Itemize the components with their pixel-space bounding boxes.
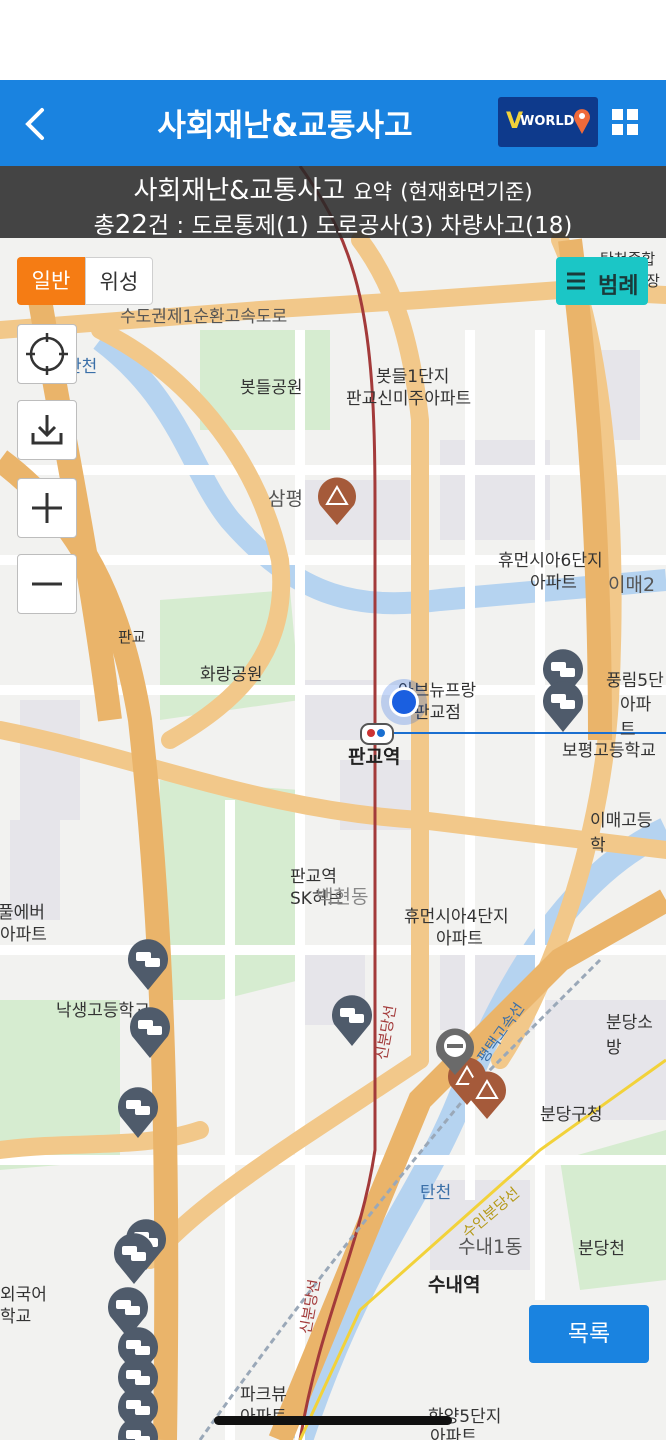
logo-text: WORLD — [520, 114, 575, 129]
vworld-logo[interactable]: V WORLD — [498, 97, 598, 147]
car-crash-icon[interactable] — [126, 936, 170, 996]
list-button[interactable]: 목록 — [529, 1305, 649, 1363]
map-type-satellite-button[interactable]: 위성 — [85, 257, 153, 305]
zoom-in-button[interactable] — [17, 478, 77, 538]
map-label-school: 이매고등학 — [590, 811, 653, 856]
map-label-school: 보평고등학교 — [562, 741, 656, 761]
no-entry-icon[interactable] — [434, 1027, 476, 1081]
home-indicator — [214, 1416, 452, 1425]
locate-button[interactable] — [17, 324, 77, 384]
map-label-apt: 풍림5단 — [606, 671, 664, 691]
zoom-out-button[interactable] — [17, 554, 77, 614]
map-type-normal-button[interactable]: 일반 — [17, 257, 85, 305]
map-label-poi: 장 — [646, 272, 660, 290]
map-label-poi: 판교점 — [414, 703, 461, 723]
map[interactable]: 수도권제1순환고속도로 봇들공원 봇들1단지 판교신미주아파트 삼평 휴먼시아6… — [0, 166, 666, 1440]
legend-button[interactable]: 범례 — [556, 257, 648, 305]
crosshair-icon — [26, 333, 68, 375]
summary-title-line: 사회재난&교통사고 요약 (현재화면기준) — [0, 170, 666, 207]
plus-icon — [32, 493, 62, 523]
car-crash-icon[interactable] — [116, 1414, 160, 1440]
map-label-river: 탄천 — [420, 1183, 452, 1203]
list-icon — [567, 272, 585, 290]
map-label-apt: 아파트 — [436, 929, 483, 949]
minus-icon — [32, 582, 62, 586]
current-location-icon — [389, 687, 419, 717]
map-label-park: 봇들공원 — [240, 378, 303, 398]
map-label-park: 화랑공원 — [200, 665, 263, 685]
car-crash-icon[interactable] — [128, 1004, 172, 1064]
grid-icon — [612, 109, 638, 135]
map-label-poi: 분당천 — [578, 1239, 625, 1259]
download-button[interactable] — [17, 400, 77, 460]
download-icon — [31, 415, 63, 445]
map-label-poi: 분당소방 — [606, 1013, 653, 1058]
summary-title-suffix: 요약 — [353, 180, 392, 204]
app-header: 사회재난&교통사고 V WORLD — [0, 80, 666, 166]
pin-icon — [574, 109, 590, 134]
menu-button[interactable] — [610, 107, 640, 137]
map-label-district: 백현동 — [316, 886, 369, 908]
summary-count-line: 총22건 : 도로통제(1) 도로공사(3) 차량사고(18) — [0, 206, 666, 240]
summary-total-suffix: 건 : — [147, 213, 185, 239]
summary-breakdown: 도로통제(1) 도로공사(3) 차량사고(18) — [191, 213, 573, 239]
car-crash-icon[interactable] — [116, 1084, 160, 1144]
road-work-icon[interactable] — [316, 475, 358, 531]
map-label-station: 수내역 — [428, 1274, 481, 1296]
summary-scope: (현재화면기준) — [400, 180, 533, 204]
car-crash-icon[interactable] — [330, 992, 374, 1052]
map-label-school: 학교 — [0, 1307, 32, 1327]
map-label-apt: 아파트 — [0, 925, 47, 945]
summary-banner: 사회재난&교통사고 요약 (현재화면기준) 총22건 : 도로통제(1) 도로공… — [0, 166, 666, 240]
map-label-poi: 분당구청 — [540, 1105, 603, 1125]
map-canvas[interactable] — [0, 166, 666, 1440]
map-label-station: 판교역 — [348, 746, 401, 768]
map-label-expressway: 수도권제1순환고속도로 — [120, 307, 288, 327]
legend-label: 범례 — [598, 274, 639, 299]
map-label-ic: 판교 — [118, 628, 146, 646]
summary-title: 사회재난&교통사고 — [133, 176, 346, 206]
car-crash-icon[interactable] — [112, 1230, 156, 1290]
map-label-district: 삼평 — [268, 488, 303, 510]
summary-total-prefix: 총 — [93, 213, 115, 239]
map-label-apt: 판교신미주아파트 — [346, 389, 472, 409]
page-title: 사회재난&교통사고 — [157, 108, 413, 144]
map-label-district: 이매2 — [608, 574, 656, 596]
car-crash-icon[interactable] — [541, 678, 585, 738]
subway-station-icon — [360, 723, 394, 745]
summary-total-count: 22 — [114, 210, 148, 240]
status-bar — [0, 0, 666, 80]
map-label-apt: 아파트 — [530, 573, 577, 593]
map-label-apt: 아파트 — [620, 695, 652, 740]
